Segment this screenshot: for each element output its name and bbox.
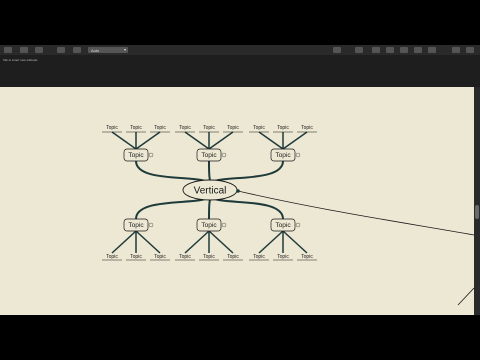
sub-connector: [208, 131, 234, 150]
chevron-down-icon: ▾: [123, 47, 126, 52]
search-icon[interactable]: [452, 47, 460, 53]
subtopic-label[interactable]: Topic: [227, 125, 239, 131]
main-topic-label: Topic: [128, 152, 144, 159]
undo-icon[interactable]: [57, 47, 65, 53]
relation-icon[interactable]: [372, 47, 380, 53]
subtopic-label[interactable]: Topic: [277, 125, 289, 131]
new-icon[interactable]: [4, 47, 12, 53]
central-topic-label: Vertical: [194, 186, 227, 197]
hint-bar: Tab to insert new subtopic: [0, 55, 480, 87]
mindmap[interactable]: Topic Topic Topic Topic Topic Topic Topic Topic…: [0, 87, 474, 315]
sub-connector: [282, 230, 308, 254]
subtopic-label[interactable]: Topic: [253, 125, 265, 131]
sub-connector: [184, 230, 210, 254]
subtopic-label[interactable]: Topic: [154, 254, 166, 260]
collapse-toggle[interactable]: [221, 152, 227, 158]
subtopic-label[interactable]: Topic: [179, 125, 191, 131]
relationship-anchor[interactable]: [236, 189, 240, 193]
vertical-scrollbar[interactable]: [474, 87, 480, 315]
subtopic-label[interactable]: Topic: [203, 125, 215, 131]
subtopic-label[interactable]: Topic: [130, 254, 142, 260]
panel-icon[interactable]: [466, 47, 474, 53]
note-icon[interactable]: [386, 47, 394, 53]
main-topic-label: Topic: [275, 152, 291, 159]
subtopic-label[interactable]: Topic: [301, 254, 313, 260]
sub-connector: [184, 131, 210, 150]
sub-connector: [135, 131, 161, 150]
style-select-value: Auto: [91, 47, 100, 53]
style-select[interactable]: Auto ▾: [88, 47, 128, 53]
collapse-toggle[interactable]: [148, 152, 154, 158]
subtopic-label[interactable]: Topic: [227, 254, 239, 260]
save-icon[interactable]: [35, 47, 43, 53]
subtopic-label[interactable]: Topic: [106, 125, 118, 131]
collapse-toggle[interactable]: [221, 222, 227, 228]
collapse-toggle[interactable]: [295, 152, 301, 158]
mindmap-canvas[interactable]: Topic Topic Topic Topic Topic Topic Topic Topic…: [0, 87, 474, 315]
topic-icon[interactable]: [333, 47, 341, 53]
subtopic-label[interactable]: Topic: [301, 125, 313, 131]
hint-text: Tab to insert new subtopic: [3, 58, 38, 62]
relationship-line-end: [457, 287, 474, 306]
present-icon[interactable]: [414, 47, 422, 53]
subtopic-label[interactable]: Topic: [203, 254, 215, 260]
subtopic-label[interactable]: Topic: [130, 125, 142, 131]
image-icon[interactable]: [400, 47, 408, 53]
subtopic-label[interactable]: Topic: [277, 254, 289, 260]
main-topic-label: Topic: [201, 222, 217, 229]
collapse-toggle[interactable]: [295, 222, 301, 228]
subtopic-label[interactable]: Topic: [154, 125, 166, 131]
sub-connector: [135, 230, 161, 254]
scroll-thumb[interactable]: [475, 205, 479, 219]
subtopic-label[interactable]: Topic: [179, 254, 191, 260]
toolbar: Auto ▾: [0, 45, 480, 55]
sub-connector: [258, 131, 284, 150]
redo-icon[interactable]: [73, 47, 81, 53]
subtopic-label[interactable]: Topic: [253, 254, 265, 260]
main-topic-label: Topic: [201, 152, 217, 159]
collapse-toggle[interactable]: [148, 222, 154, 228]
sub-connector: [111, 131, 137, 150]
open-icon[interactable]: [20, 47, 28, 53]
subtopic-icon[interactable]: [355, 47, 363, 53]
sub-connector: [111, 230, 137, 254]
subtopic-label[interactable]: Topic: [106, 254, 118, 260]
main-topic-label: Topic: [275, 222, 291, 229]
sub-connector: [208, 230, 234, 254]
sub-connector: [258, 230, 284, 254]
share-icon[interactable]: [428, 47, 436, 53]
main-topic-label: Topic: [128, 222, 144, 229]
sub-connector: [282, 131, 308, 150]
